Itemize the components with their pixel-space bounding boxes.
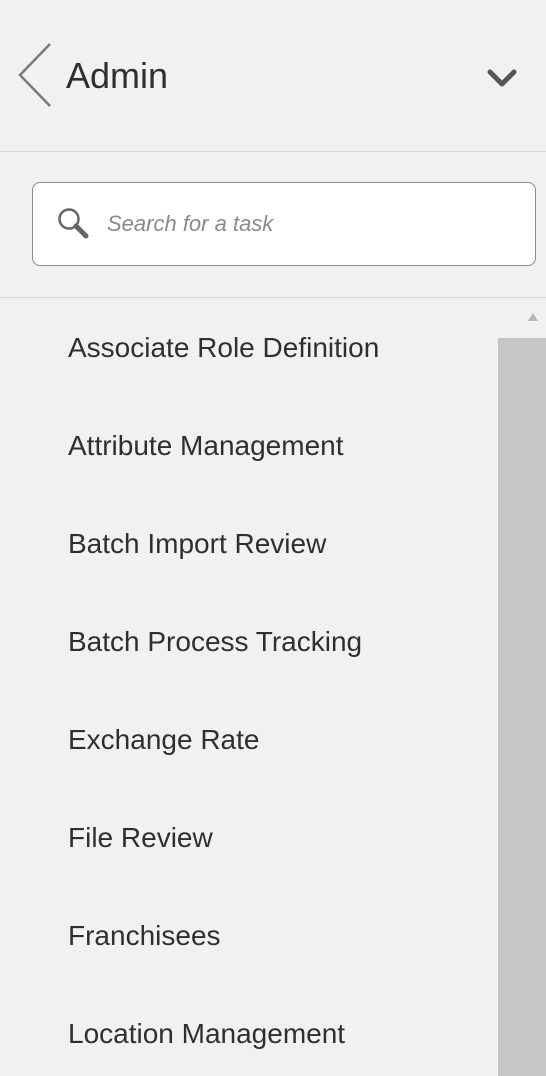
chevron-left-icon	[18, 43, 51, 107]
task-item-batch-import-review[interactable]: Batch Import Review	[0, 494, 496, 592]
task-list: Associate Role Definition Attribute Mana…	[0, 298, 496, 1076]
search-icon	[58, 208, 89, 239]
task-item-franchisees[interactable]: Franchisees	[0, 886, 496, 984]
scroll-up-arrow-icon[interactable]	[526, 310, 540, 324]
collapse-button[interactable]	[484, 64, 520, 94]
back-button[interactable]	[14, 40, 62, 110]
scrollbar[interactable]	[498, 310, 546, 1076]
search-box[interactable]	[32, 182, 536, 266]
task-item-associate-role-definition[interactable]: Associate Role Definition	[0, 298, 496, 396]
panel-header: Admin	[0, 0, 546, 152]
task-item-exchange-rate[interactable]: Exchange Rate	[0, 690, 496, 788]
search-input[interactable]	[107, 201, 517, 247]
chevron-down-icon	[487, 69, 517, 87]
task-item-batch-process-tracking[interactable]: Batch Process Tracking	[0, 592, 496, 690]
scrollbar-thumb[interactable]	[498, 338, 546, 1076]
task-item-attribute-management[interactable]: Attribute Management	[0, 396, 496, 494]
task-item-location-management[interactable]: Location Management	[0, 984, 496, 1076]
page-title: Admin	[66, 55, 169, 96]
admin-task-panel: Admin Associate Role Definition Attribut…	[0, 0, 546, 1076]
search-section	[0, 152, 546, 298]
task-item-file-review[interactable]: File Review	[0, 788, 496, 886]
